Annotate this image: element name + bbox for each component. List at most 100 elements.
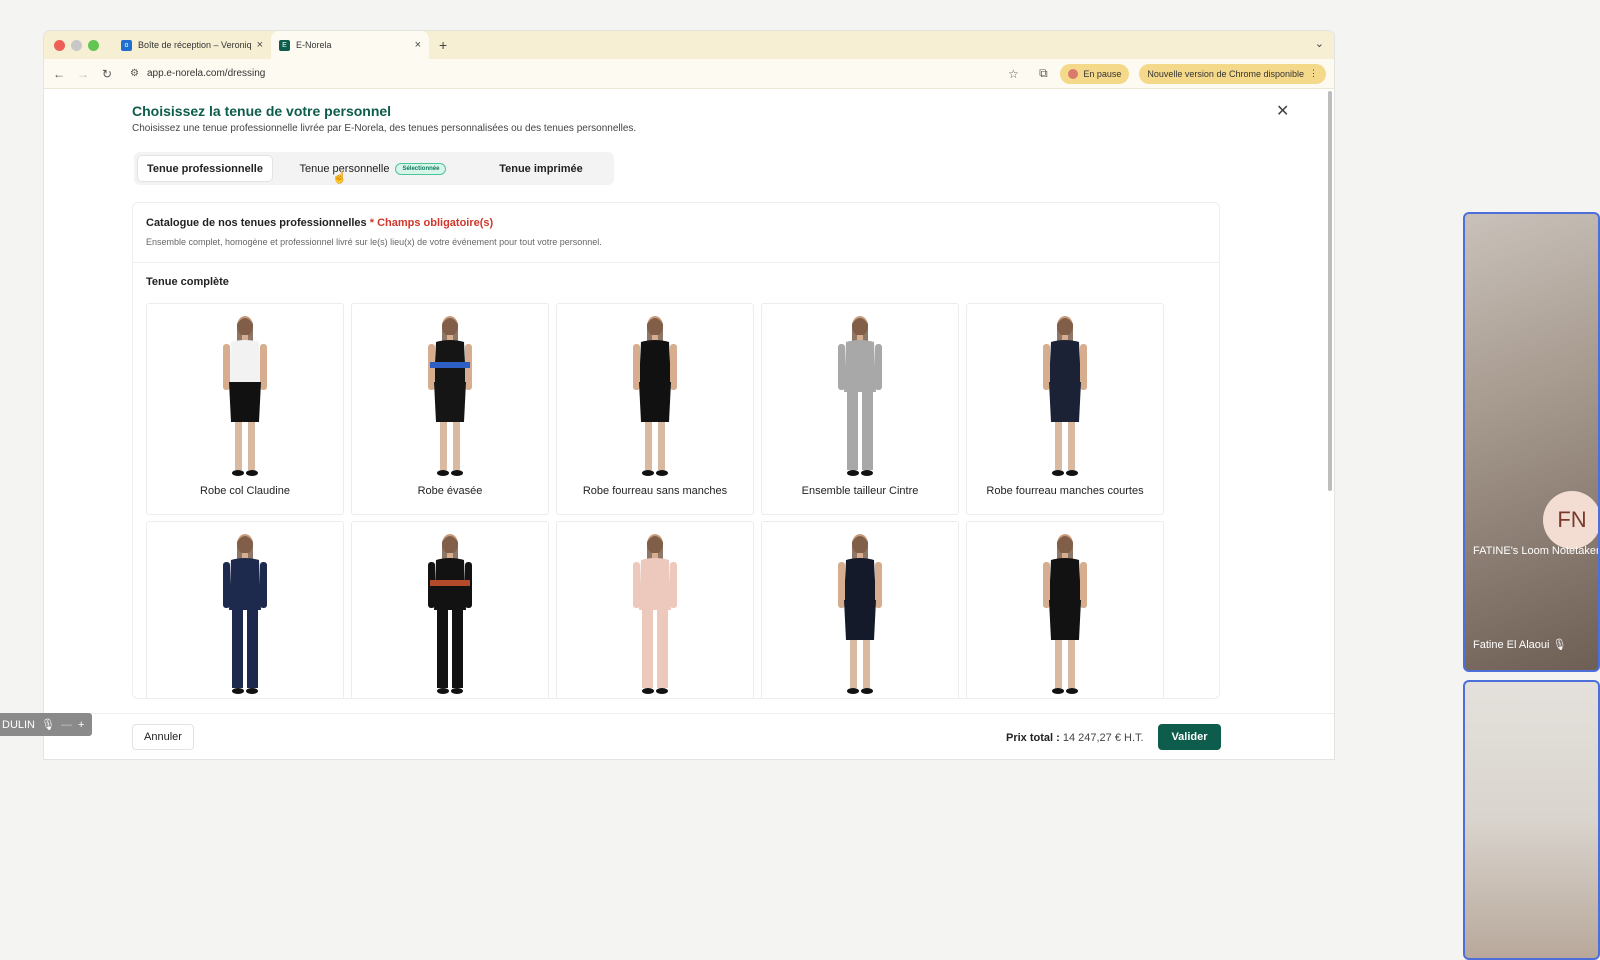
tab-tenue-personnelle[interactable]: Tenue personnelle Sélectionnée xyxy=(273,155,473,182)
section-title: Tenue complète xyxy=(146,276,229,288)
validate-button[interactable]: Valider xyxy=(1158,724,1221,750)
chrome-update-pill[interactable]: Nouvelle version de Chrome disponible ⋮ xyxy=(1139,63,1326,84)
participant-name: DULIN xyxy=(2,718,36,731)
enorela-icon: E xyxy=(279,39,290,51)
outfit-label: Robe fourreau sans manches xyxy=(582,485,728,497)
outfit-item[interactable] xyxy=(351,521,549,698)
url-text: app.e-norela.com/dressing xyxy=(146,68,266,79)
model-silhouette xyxy=(223,534,267,694)
model-silhouette xyxy=(838,316,882,476)
browser-tab-outlook[interactable]: o Boîte de réception – Veroniq × xyxy=(113,31,271,59)
required-fields-note: * Champs obligatoire(s) xyxy=(369,217,494,229)
total-price: Prix total : 14 247,27 € H.T. xyxy=(1006,732,1144,744)
avatar: FN xyxy=(1543,491,1598,549)
tab-label: Tenue imprimée xyxy=(499,162,583,175)
address-bar[interactable]: ⚙ app.e-norela.com/dressing ☆ xyxy=(124,63,1026,85)
tab-label: Tenue professionnelle xyxy=(147,162,263,175)
model-silhouette xyxy=(1043,316,1087,476)
video-tile-participant-2[interactable] xyxy=(1463,680,1600,960)
model-silhouette xyxy=(633,534,677,694)
selected-badge: Sélectionnée xyxy=(395,162,447,175)
catalog-description: Ensemble complet, homogène et profession… xyxy=(146,237,602,247)
participant-name: Fatine El Alaoui 🎙 xyxy=(1473,638,1566,651)
outfit-item[interactable]: Robe évasée xyxy=(351,303,549,515)
meeting-mini-bar: DULIN 🎙 — + xyxy=(0,713,92,736)
model-silhouette xyxy=(633,316,677,476)
outfit-item[interactable] xyxy=(556,521,754,698)
model-silhouette xyxy=(223,316,267,476)
notetaker-name: FATINE's Loom Notetaker xyxy=(1473,545,1600,557)
outfit-item[interactable]: Ensemble tailleur Cintre xyxy=(761,303,959,515)
catalog-title-text: Catalogue de nos tenues professionnelles xyxy=(146,217,367,229)
browser-tab-enorela[interactable]: E E-Norela × xyxy=(271,31,429,59)
outfit-item[interactable] xyxy=(146,521,344,698)
model-silhouette xyxy=(1043,534,1087,694)
dressing-page: ✕ Choisissez la tenue de votre personnel… xyxy=(44,89,1334,759)
back-icon[interactable]: ← xyxy=(52,67,66,81)
tab-tenue-imprimee[interactable]: Tenue imprimée xyxy=(473,155,609,182)
browser-window: o Boîte de réception – Veroniq × E E-Nor… xyxy=(44,31,1334,759)
outfit-grid: Robe col Claudine Robe évasée Robe fourr… xyxy=(146,303,1164,698)
outfit-image xyxy=(147,304,343,479)
outfit-image xyxy=(147,522,343,697)
catalog-header: Catalogue de nos tenues professionnelles… xyxy=(133,203,1219,263)
mouse-cursor-icon: ☝ xyxy=(332,170,347,184)
outfit-item[interactable]: Robe fourreau sans manches xyxy=(556,303,754,515)
cancel-button[interactable]: Annuler xyxy=(132,724,194,750)
pause-label: En pause xyxy=(1083,68,1122,79)
outfit-image xyxy=(967,304,1163,479)
catalog-title: Catalogue de nos tenues professionnelles… xyxy=(146,217,1206,229)
plus-icon[interactable]: + xyxy=(78,719,84,731)
minimize-window-button[interactable] xyxy=(71,39,82,51)
model-silhouette xyxy=(428,316,472,476)
outfit-item[interactable]: Robe fourreau manches courtes xyxy=(966,303,1164,515)
video-tile-participant[interactable]: FN FATINE's Loom Notetaker Fatine El Ala… xyxy=(1463,212,1600,672)
extensions-icon[interactable]: ⧉ xyxy=(1036,66,1050,81)
outfit-label: Ensemble tailleur Cintre xyxy=(801,485,919,497)
minus-icon[interactable]: — xyxy=(61,719,72,731)
outfit-image xyxy=(352,522,548,697)
outfit-item[interactable] xyxy=(966,521,1164,698)
close-icon[interactable]: × xyxy=(257,39,263,51)
window-controls xyxy=(54,39,99,51)
close-modal-icon[interactable]: ✕ xyxy=(1276,101,1289,121)
outlook-icon: o xyxy=(121,39,132,51)
outfit-label: Robe évasée xyxy=(417,485,483,497)
modal-footer: Annuler Prix total : 14 247,27 € H.T. Va… xyxy=(44,713,1334,759)
microphone-icon: 🎙 xyxy=(1552,639,1567,651)
outfit-item[interactable] xyxy=(761,521,959,698)
outfit-label: Robe fourreau manches courtes xyxy=(986,485,1144,497)
tab-tenue-professionnelle[interactable]: Tenue professionnelle xyxy=(137,155,273,182)
outfit-image xyxy=(762,304,958,479)
scrollbar[interactable] xyxy=(1328,91,1332,491)
model-silhouette xyxy=(428,534,472,694)
bookmark-star-icon[interactable]: ☆ xyxy=(1006,67,1020,81)
new-tab-icon[interactable]: + xyxy=(439,37,447,53)
forward-icon[interactable]: → xyxy=(76,67,90,81)
profile-paused-pill[interactable]: En pause xyxy=(1060,63,1130,84)
browser-toolbar: ← → ↻ ⚙ app.e-norela.com/dressing ☆ ⧉ En… xyxy=(44,59,1334,89)
maximize-window-button[interactable] xyxy=(88,39,99,51)
model-silhouette xyxy=(838,534,882,694)
reload-icon[interactable]: ↻ xyxy=(100,67,114,81)
chevron-down-icon[interactable]: ⌄ xyxy=(1315,37,1324,50)
more-vert-icon: ⋮ xyxy=(1309,68,1318,78)
profile-avatar-icon xyxy=(1068,68,1079,79)
site-settings-icon[interactable]: ⚙ xyxy=(130,68,139,79)
outfit-item[interactable]: Robe col Claudine xyxy=(146,303,344,515)
outfit-image xyxy=(352,304,548,479)
close-icon[interactable]: × xyxy=(415,39,421,51)
participant-name-text: Fatine El Alaoui xyxy=(1473,639,1550,651)
outfit-type-tabs: Tenue professionnelle Tenue personnelle … xyxy=(134,152,614,185)
close-window-button[interactable] xyxy=(54,39,65,51)
update-label: Nouvelle version de Chrome disponible xyxy=(1147,68,1304,79)
outfit-image xyxy=(762,522,958,697)
tab-label: Boîte de réception – Veroniq xyxy=(138,40,251,50)
total-label: Prix total : xyxy=(1006,732,1060,744)
browser-tab-bar: o Boîte de réception – Veroniq × E E-Nor… xyxy=(44,31,1334,59)
outfit-image xyxy=(557,304,753,479)
modal-title: Choisissez la tenue de votre personnel xyxy=(132,103,392,119)
microphone-icon: 🎙 xyxy=(41,719,55,731)
catalog-card: Catalogue de nos tenues professionnelles… xyxy=(132,202,1220,699)
tab-label: E-Norela xyxy=(296,40,332,50)
